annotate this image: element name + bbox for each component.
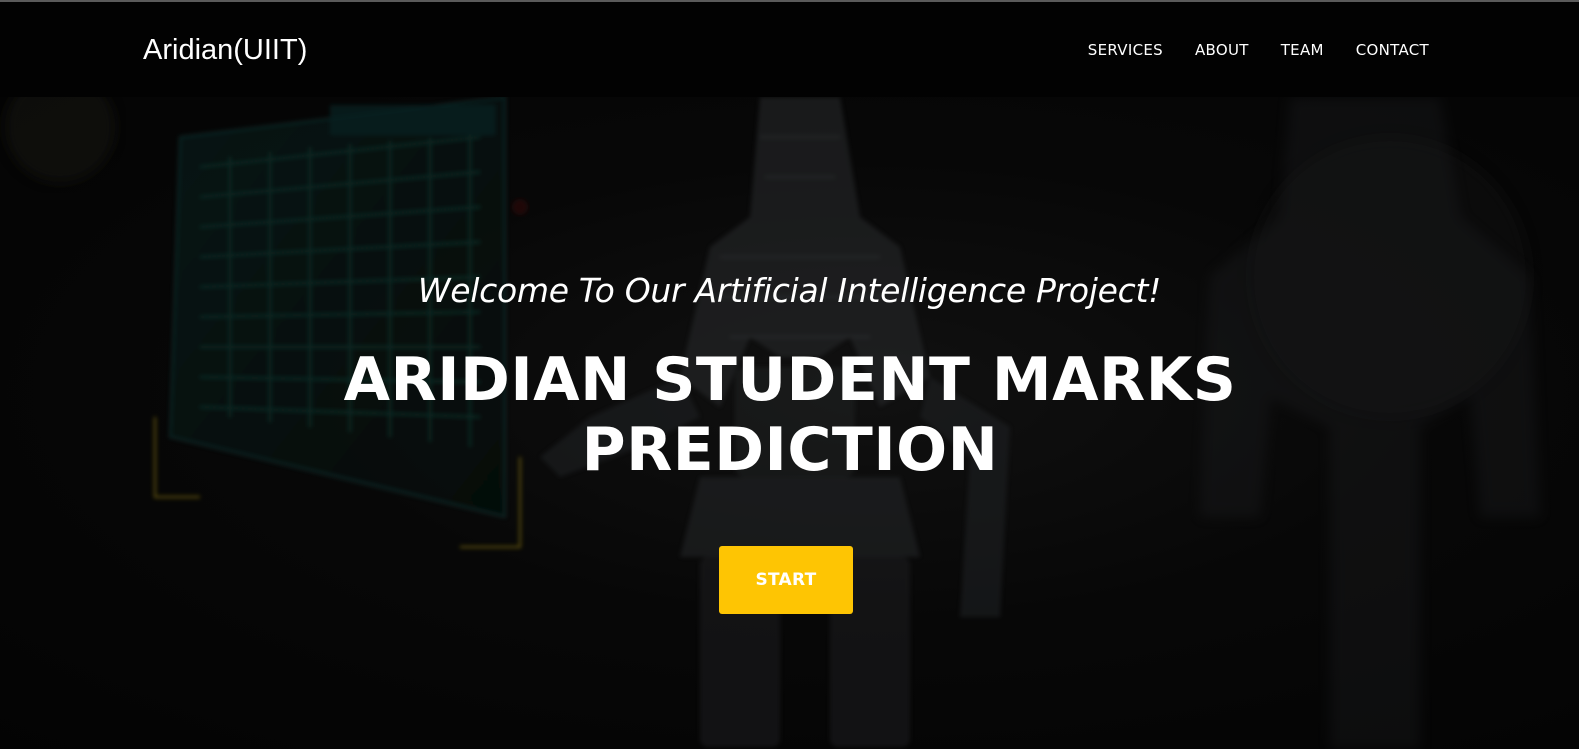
nav-link-team[interactable]: TEAM bbox=[1281, 39, 1324, 61]
hero-heading-line1: ARIDIAN STUDENT MARKS bbox=[343, 345, 1237, 415]
hero-heading: ARIDIAN STUDENT MARKS PREDICTION bbox=[290, 345, 1290, 485]
navbar: Aridian(UIIT) SERVICES ABOUT TEAM CONTAC… bbox=[0, 2, 1579, 97]
nav-link-contact[interactable]: CONTACT bbox=[1356, 39, 1429, 61]
nav-links: SERVICES ABOUT TEAM CONTACT bbox=[1056, 39, 1429, 61]
hero-section: Welcome To Our Artificial Intelligence P… bbox=[0, 97, 1579, 749]
nav-link-about[interactable]: ABOUT bbox=[1195, 39, 1249, 61]
nav-link-services[interactable]: SERVICES bbox=[1088, 39, 1163, 61]
hero-heading-line2: PREDICTION bbox=[581, 415, 999, 485]
hero-subheading: Welcome To Our Artificial Intelligence P… bbox=[417, 271, 1162, 310]
brand-logo-link[interactable]: Aridian(UIIT) bbox=[143, 32, 307, 68]
start-button[interactable]: START bbox=[719, 546, 853, 614]
